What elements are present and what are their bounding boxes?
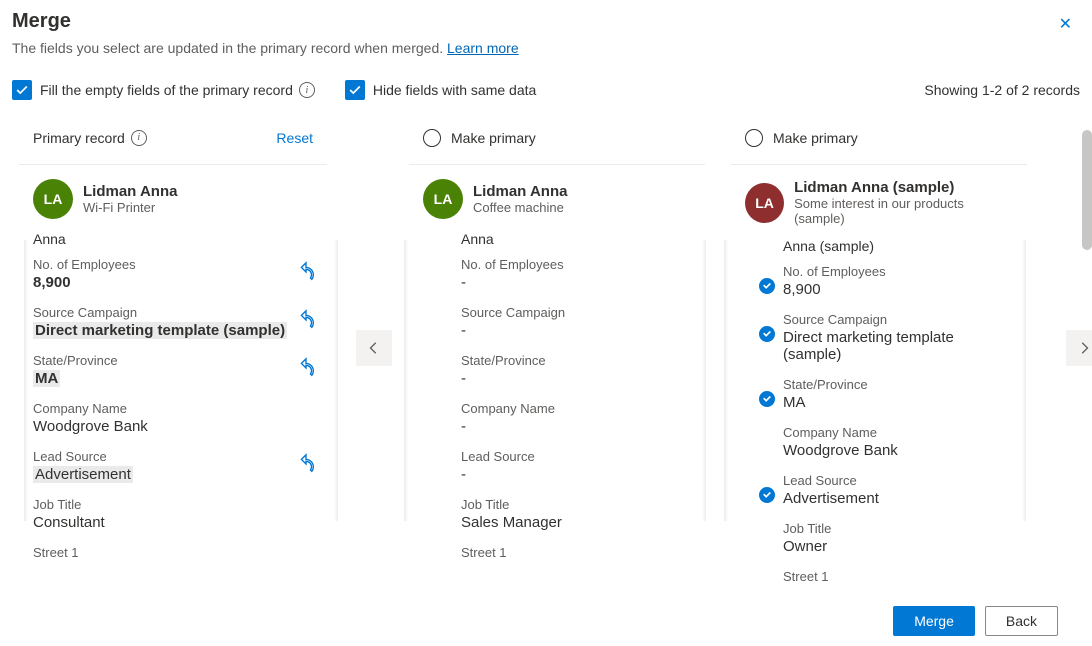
primary-record-column: Primary record i Reset LA Lidman Anna Wi… [18,110,328,573]
topic-value: Anna (sample) [731,232,1027,260]
undo-icon[interactable] [295,357,317,382]
field-state[interactable]: State/ProvinceMA [731,373,1027,421]
make-primary-label: Make primary [773,130,858,146]
record-sub: Coffee machine [473,200,567,215]
topic-value: Anna [19,225,327,253]
reset-link[interactable]: Reset [276,130,313,146]
make-primary-radio[interactable] [423,129,441,147]
check-icon [759,278,775,294]
merge-button[interactable]: Merge [893,606,975,636]
dialog-title: Merge [12,10,1051,33]
field-state[interactable]: State/Province- [409,349,705,397]
prev-arrow-icon[interactable] [356,330,392,366]
field-street1[interactable]: Street 1 [19,541,327,572]
check-icon [759,487,775,503]
record-column-3: Make primary LA Lidman Anna (sample) Som… [730,110,1028,597]
field-campaign[interactable]: Source CampaignDirect marketing template… [731,308,1027,373]
avatar: LA [33,179,73,219]
make-primary-radio[interactable] [745,129,763,147]
topic-value: Anna [409,225,705,253]
field-company[interactable]: Company NameWoodgrove Bank [731,421,1027,469]
make-primary-label: Make primary [451,130,536,146]
field-company[interactable]: Company Name- [409,397,705,445]
close-icon[interactable]: ✕ [1051,10,1080,38]
field-campaign[interactable]: Source Campaign Direct marketing templat… [19,301,327,349]
field-employees[interactable]: No. of Employees- [409,253,705,301]
next-arrow-icon[interactable] [1066,330,1092,366]
info-icon[interactable]: i [131,130,147,146]
field-state[interactable]: State/Province MA [19,349,327,397]
field-campaign[interactable]: Source Campaign- [409,301,705,349]
learn-more-link[interactable]: Learn more [447,40,519,56]
field-lead-source[interactable]: Lead Source Advertisement [19,445,327,493]
check-icon [759,326,775,342]
hide-same-label: Hide fields with same data [373,82,536,98]
record-sub: Wi-Fi Printer [83,200,177,215]
undo-icon[interactable] [295,453,317,478]
check-icon [759,391,775,407]
back-button[interactable]: Back [985,606,1058,636]
avatar: LA [745,183,784,223]
field-employees[interactable]: No. of Employees 8,900 [19,253,327,301]
avatar: LA [423,179,463,219]
record-count-text: Showing 1-2 of 2 records [924,82,1080,98]
field-lead-source[interactable]: Lead Source- [409,445,705,493]
field-street1[interactable]: Street 1 [409,541,705,572]
field-job-title[interactable]: Job TitleOwner [731,517,1027,565]
field-job-title[interactable]: Job Title Consultant [19,493,327,541]
field-street1[interactable]: Street 1 [731,565,1027,596]
field-job-title[interactable]: Job TitleSales Manager [409,493,705,541]
field-lead-source[interactable]: Lead SourceAdvertisement [731,469,1027,517]
primary-record-label: Primary record [33,130,125,146]
fill-empty-label: Fill the empty fields of the primary rec… [40,82,293,98]
undo-icon[interactable] [295,309,317,334]
hide-same-checkbox[interactable] [345,80,365,100]
field-employees[interactable]: No. of Employees8,900 [731,260,1027,308]
scrollbar[interactable] [1082,130,1092,250]
record-name: Lidman Anna [473,183,567,200]
subtitle-text: The fields you select are updated in the… [12,40,447,56]
record-name: Lidman Anna (sample) [794,179,1013,196]
record-name: Lidman Anna [83,183,177,200]
record-column-2: Make primary LA Lidman Anna Coffee machi… [408,110,706,573]
record-sub: Some interest in our products (sample) [794,196,1013,226]
undo-icon[interactable] [295,261,317,286]
dialog-subtitle: The fields you select are updated in the… [12,40,1080,56]
field-company[interactable]: Company Name Woodgrove Bank [19,397,327,445]
info-icon[interactable]: i [299,82,315,98]
fill-empty-checkbox[interactable] [12,80,32,100]
